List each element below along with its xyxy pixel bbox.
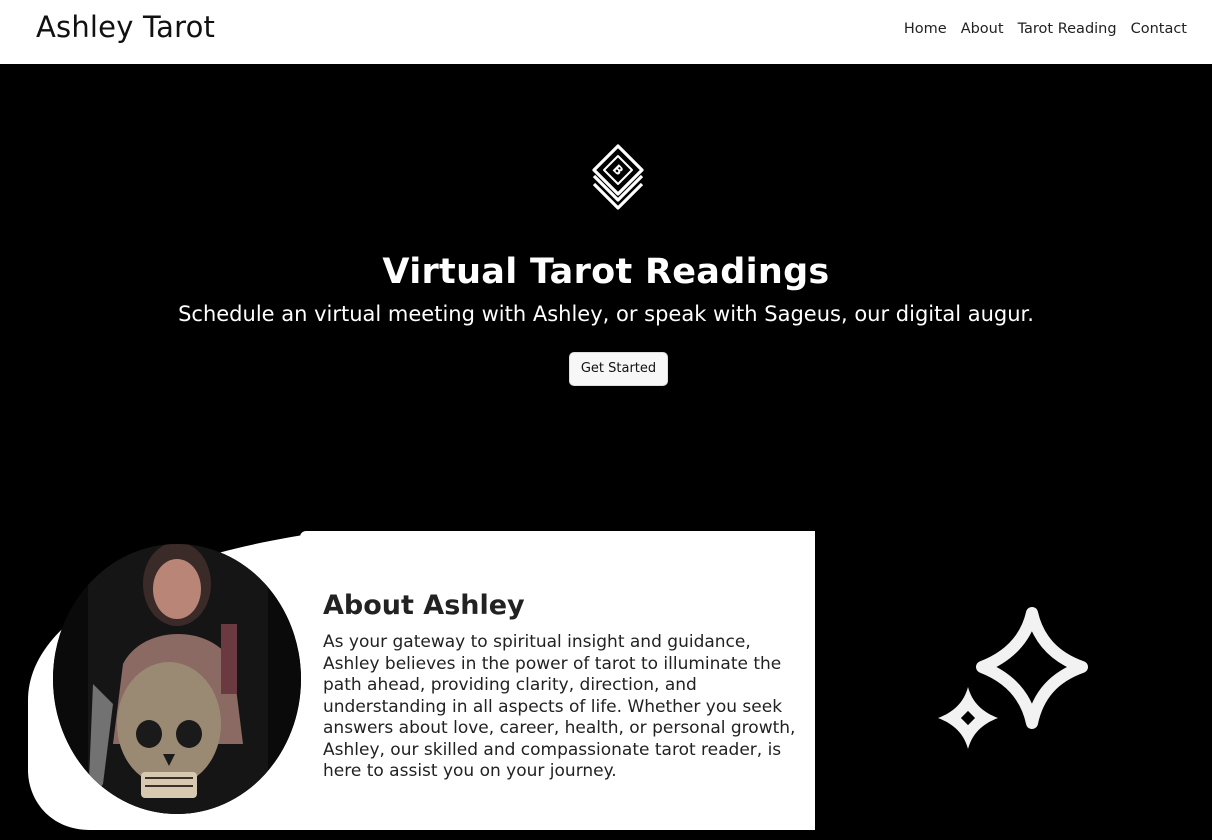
nav-link-tarot-reading[interactable]: Tarot Reading xyxy=(1011,21,1124,37)
hero-section: B Virtual Tarot Readings Schedule an vir… xyxy=(0,64,1212,504)
nav-link-home[interactable]: Home xyxy=(897,21,954,37)
sparkle-icon xyxy=(938,607,1088,749)
brand-logo[interactable]: Ashley Tarot xyxy=(36,10,215,44)
portrait-image xyxy=(53,544,301,814)
nav-link-contact[interactable]: Contact xyxy=(1124,21,1194,37)
about-title: About Ashley xyxy=(323,590,525,621)
about-body: As your gateway to spiritual insight and… xyxy=(323,632,796,781)
get-started-button[interactable]: Get Started xyxy=(569,352,668,386)
nav-links: Home About Tarot Reading Contact xyxy=(897,21,1194,37)
tarot-cards-icon: B xyxy=(592,144,644,210)
nav-link-about[interactable]: About xyxy=(954,21,1011,37)
navbar: Ashley Tarot Home About Tarot Reading Co… xyxy=(0,0,1212,64)
hero-subtitle: Schedule an virtual meeting with Ashley,… xyxy=(178,302,1034,326)
hero-title: Virtual Tarot Readings xyxy=(382,252,830,292)
ashley-portrait xyxy=(53,544,301,814)
